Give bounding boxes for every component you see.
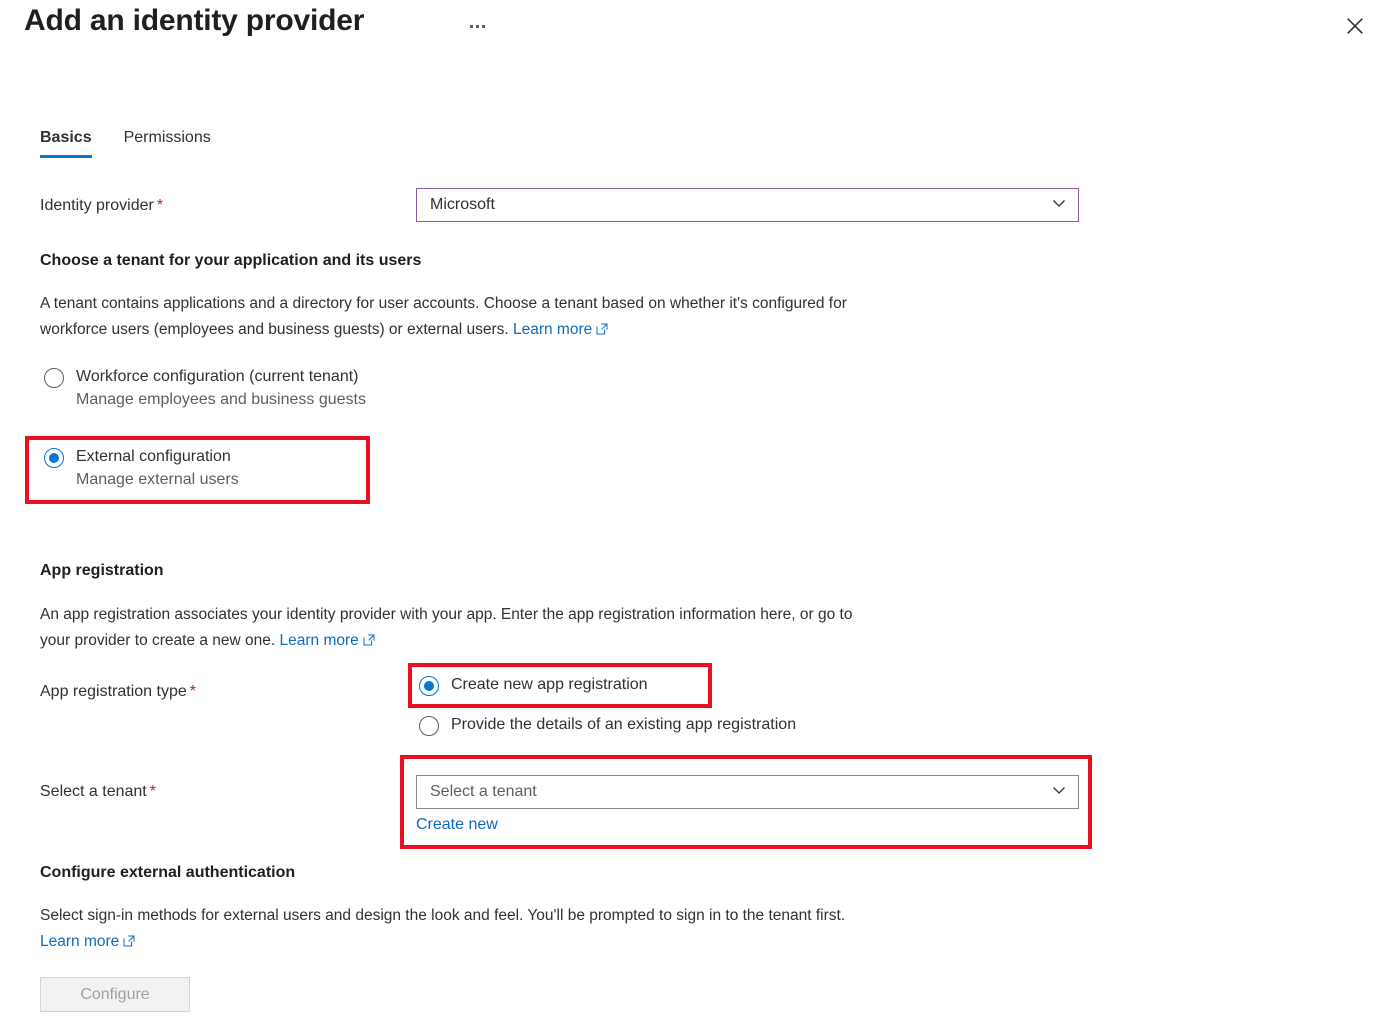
required-asterisk: * [189,683,196,700]
select-tenant-placeholder: Select a tenant [430,783,537,800]
external-auth-learn-more-link[interactable]: Learn more [40,933,135,950]
choose-tenant-heading: Choose a tenant for your application and… [40,252,422,269]
choose-tenant-description: A tenant contains applications and a dir… [40,291,1100,344]
tab-permissions-label: Permissions [123,129,211,146]
create-new-tenant-link[interactable]: Create new [416,814,498,836]
radio-checked-icon [44,448,64,468]
radio-workforce-subtitle: Manage employees and business guests [76,391,366,408]
external-auth-learn-more-label: Learn more [40,933,120,950]
app-registration-heading: App registration [40,562,164,579]
ellipsis-dot [475,24,479,28]
tenant-config-radio-group: Workforce configuration (current tenant)… [44,366,366,492]
configure-button-label: Configure [80,985,150,1003]
configure-button[interactable]: Configure [40,977,190,1012]
tab-permissions[interactable]: Permissions [124,128,211,158]
radio-workforce-texts: Workforce configuration (current tenant)… [76,366,366,412]
page-title: Add an identity provider [24,4,365,37]
tenant-learn-more-link[interactable]: Learn more [513,321,608,338]
configure-external-auth-description-text: Select sign-in methods for external user… [40,907,846,924]
ellipsis-dot [469,24,473,28]
app-registration-learn-more-label: Learn more [279,632,359,649]
radio-existing-title: Provide the details of an existing app r… [451,716,797,733]
radio-create-new-app-registration[interactable]: Create new app registration [419,674,796,696]
close-icon [1345,16,1365,36]
external-link-icon [596,318,608,344]
radio-workforce-title: Workforce configuration (current tenant) [76,368,359,385]
external-link-icon [123,930,135,956]
radio-create-new-title: Create new app registration [451,676,648,693]
radio-external-title: External configuration [76,448,231,465]
configure-external-auth-description: Select sign-in methods for external user… [40,903,1100,956]
choose-tenant-description-line1: A tenant contains applications and a dir… [40,295,847,312]
radio-unchecked-icon [419,716,439,736]
app-registration-description-line1: An app registration associates your iden… [40,606,853,623]
tab-basics-label: Basics [40,129,92,146]
app-registration-type-radio-group: Create new app registration Provide the … [419,674,796,736]
app-registration-type-label-text: App registration type [40,683,187,700]
radio-create-new-texts: Create new app registration [451,674,648,696]
app-registration-description-line2: your provider to create a new one. [40,632,276,649]
select-tenant-label: Select a tenant * [40,781,156,803]
identity-provider-dropdown[interactable]: Microsoft [416,188,1079,222]
tenant-learn-more-label: Learn more [512,321,593,338]
external-link-icon [363,629,375,655]
radio-unchecked-icon [44,368,64,388]
radio-checked-icon [419,676,439,696]
identity-provider-value: Microsoft [430,196,495,213]
radio-external-texts: External configuration Manage external u… [76,446,239,492]
close-button[interactable] [1337,8,1373,44]
tab-basics[interactable]: Basics [40,128,92,158]
choose-tenant-description-line2: workforce users (employees and business … [40,321,509,338]
identity-provider-label: Identity provider * [40,195,163,217]
chevron-down-icon [1050,781,1068,804]
radio-existing-app-registration[interactable]: Provide the details of an existing app r… [419,714,796,736]
chevron-down-icon [1050,194,1068,217]
select-tenant-label-text: Select a tenant [40,783,147,800]
ellipsis-dot [481,24,485,28]
identity-provider-label-text: Identity provider [40,197,154,214]
radio-existing-texts: Provide the details of an existing app r… [451,714,796,736]
app-registration-type-label: App registration type * [40,681,196,703]
app-registration-description: An app registration associates your iden… [40,602,1100,655]
radio-external-subtitle: Manage external users [76,471,239,488]
more-options-icon[interactable] [463,14,491,38]
select-tenant-dropdown[interactable]: Select a tenant [416,775,1079,809]
required-asterisk: * [156,197,164,214]
required-asterisk: * [149,783,156,800]
radio-external-configuration[interactable]: External configuration Manage external u… [44,446,366,492]
app-registration-learn-more-link[interactable]: Learn more [280,632,375,649]
blade-header: Add an identity provider [0,0,1383,60]
configure-external-auth-heading: Configure external authentication [40,864,296,881]
radio-workforce-configuration[interactable]: Workforce configuration (current tenant)… [44,366,366,412]
tab-list: Basics Permissions [40,128,211,158]
